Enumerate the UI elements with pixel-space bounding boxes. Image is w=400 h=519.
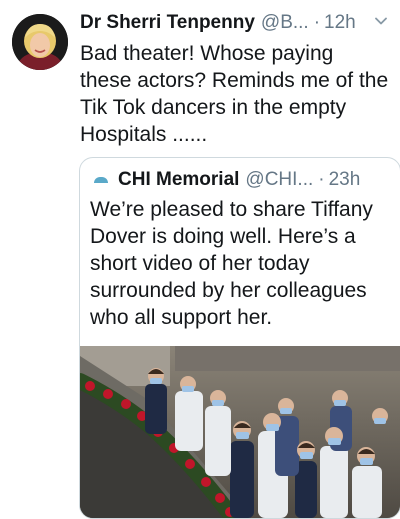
tweet-text-line: these actors? Reminds me of the <box>80 69 389 92</box>
quoted-tweet-header: CHI Memorial @CHI... · 23h <box>90 166 392 194</box>
chevron-down-icon[interactable] <box>374 14 388 28</box>
author-handle[interactable]: @B... <box>261 12 309 34</box>
tweet-text-line: Hospitals ...... <box>80 123 208 146</box>
video-thumbnail[interactable] <box>80 346 400 518</box>
timestamp[interactable]: 12h <box>324 12 356 34</box>
separator-dot: · <box>318 169 325 190</box>
quoted-text-line: who all support her. <box>90 306 273 329</box>
quoted-author-handle[interactable]: @CHI... <box>245 169 313 191</box>
quoted-text-line: surrounded by her colleagues <box>90 279 367 302</box>
quoted-text-line: short video of her today <box>90 252 310 275</box>
tweet-header: Dr Sherri Tenpenny @B... · 12h <box>80 12 390 40</box>
avatar[interactable] <box>12 14 68 70</box>
quoted-tweet[interactable]: CHI Memorial @CHI... · 23h We’re pleased… <box>79 157 400 519</box>
video-frame <box>80 346 400 518</box>
quoted-timestamp[interactable]: 23h <box>329 169 361 191</box>
tweet-text: Bad theater! Whose paying these actors? … <box>80 40 392 148</box>
author-name[interactable]: Dr Sherri Tenpenny <box>80 12 255 34</box>
separator-dot: · <box>313 12 321 33</box>
logo-mark <box>94 177 108 183</box>
quoted-text-line: We’re pleased to share Tiffany <box>90 198 373 221</box>
tweet-text-line: Bad theater! Whose paying <box>80 42 334 65</box>
chi-memorial-logo[interactable] <box>90 169 112 191</box>
avatar-photo <box>12 14 68 70</box>
quoted-tweet-text: We’re pleased to share Tiffany Dover is … <box>90 196 390 331</box>
quoted-author-name[interactable]: CHI Memorial <box>118 169 239 191</box>
quoted-text-line: Dover is doing well. Here’s a <box>90 225 356 248</box>
tweet-text-line: Tik Tok dancers in the empty <box>80 96 347 119</box>
